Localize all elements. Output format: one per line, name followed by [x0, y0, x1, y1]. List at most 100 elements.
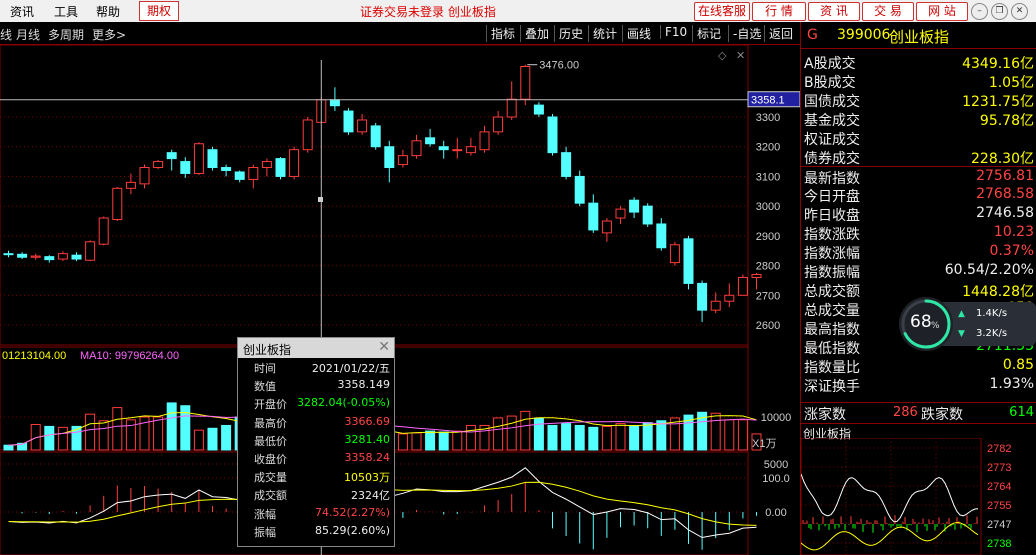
close-icon[interactable]: ✕ [1011, 3, 1028, 20]
indicator-button[interactable]: 指标 [486, 25, 519, 42]
candle-body[interactable] [411, 140, 422, 157]
menu-news[interactable]: 资讯 [10, 3, 34, 20]
volume-bar[interactable] [44, 425, 55, 451]
candle-body[interactable] [615, 208, 626, 219]
menu-tools[interactable]: 工具 [54, 3, 78, 20]
draw-line-button[interactable]: 画线 [622, 25, 655, 42]
volume-bar[interactable] [397, 433, 408, 451]
candle-body[interactable] [588, 202, 599, 231]
candle-body[interactable] [683, 238, 694, 284]
candle-body[interactable] [289, 149, 300, 177]
candle-body[interactable] [234, 171, 245, 180]
candle-body[interactable] [221, 167, 232, 171]
candle-body[interactable] [85, 241, 96, 261]
tab-line[interactable]: 线 [0, 26, 12, 43]
candle-body[interactable] [3, 253, 14, 256]
volume-bar[interactable] [193, 429, 204, 451]
volume-bar[interactable] [601, 425, 612, 451]
volume-bar[interactable] [465, 424, 476, 451]
trade-button[interactable]: 交 易 [862, 2, 914, 21]
self-select-button[interactable]: -自选 [728, 25, 765, 42]
volume-bar[interactable] [642, 422, 653, 451]
volume-bar[interactable] [506, 415, 517, 451]
candle-body[interactable] [710, 300, 721, 311]
volume-bar[interactable] [3, 444, 14, 451]
volume-bar[interactable] [724, 419, 735, 451]
volume-bar[interactable] [425, 430, 436, 451]
close-icon[interactable]: ✕ [378, 339, 390, 355]
diamond-icon[interactable]: ◇ [718, 49, 727, 62]
volume-bar[interactable] [153, 416, 164, 451]
f10-button[interactable]: F10 [660, 25, 691, 39]
candle-body[interactable] [302, 119, 313, 151]
tab-multi-period[interactable]: 多周期 [48, 26, 84, 43]
volume-bar[interactable] [656, 420, 667, 451]
candle-body[interactable] [425, 137, 436, 145]
candle-body[interactable] [493, 116, 504, 133]
candle-body[interactable] [737, 276, 748, 296]
candle-body[interactable] [166, 152, 177, 160]
candle-body[interactable] [57, 253, 68, 260]
candle-body[interactable] [506, 98, 517, 118]
candle-body[interactable] [71, 254, 82, 260]
restore-icon[interactable]: ❐ [991, 3, 1008, 20]
volume-bar[interactable] [125, 419, 136, 451]
volume-bar[interactable] [166, 402, 177, 451]
candle-body[interactable] [261, 161, 272, 169]
candle-body[interactable] [17, 253, 28, 258]
candle-body[interactable] [697, 282, 708, 311]
kline-chart[interactable]: 2600 2700 2800 2900 3000 3100 3200 3300 5000 1000… [0, 45, 800, 555]
volume-bar[interactable] [710, 412, 721, 451]
back-button[interactable]: 返回 [764, 25, 797, 42]
website-button[interactable]: 网 站 [916, 2, 968, 21]
candle-body[interactable] [601, 220, 612, 234]
candle-body[interactable] [139, 167, 150, 185]
menu-options[interactable]: 期权 [139, 1, 179, 21]
volume-bar[interactable] [207, 427, 218, 451]
candle-body[interactable] [125, 181, 136, 189]
mark-button[interactable]: 标记 [692, 25, 725, 42]
candle-body[interactable] [44, 256, 55, 261]
overlay-button[interactable]: 叠加 [520, 25, 553, 42]
volume-bar[interactable] [85, 413, 96, 451]
candle-body[interactable] [329, 99, 340, 107]
candle-body[interactable] [30, 255, 41, 258]
volume-bar[interactable] [629, 424, 640, 451]
volume-bar[interactable] [411, 432, 422, 451]
volume-bar[interactable] [520, 410, 531, 451]
volume-bar[interactable] [221, 424, 232, 451]
volume-bar[interactable] [452, 430, 463, 451]
candle-body[interactable] [207, 149, 218, 169]
volume-bar[interactable] [57, 426, 68, 451]
candle-body[interactable] [465, 146, 476, 154]
volume-bar[interactable] [98, 420, 109, 451]
volume-bar[interactable] [588, 426, 599, 451]
volume-bar[interactable] [493, 417, 504, 451]
volume-bar[interactable] [547, 424, 558, 451]
volume-bar[interactable] [533, 417, 544, 451]
candle-body[interactable] [533, 104, 544, 115]
candle-body[interactable] [275, 158, 286, 177]
quotes-button[interactable]: 行 情 [752, 2, 806, 21]
volume-bar[interactable] [737, 419, 748, 451]
candle-body[interactable] [520, 65, 531, 100]
candle-body[interactable] [751, 273, 762, 278]
candle-body[interactable] [656, 223, 667, 249]
volume-bar[interactable] [112, 407, 123, 451]
volume-bar[interactable] [615, 423, 626, 451]
candle-body[interactable] [574, 175, 585, 204]
history-button[interactable]: 历史 [554, 25, 587, 42]
candle-body[interactable] [384, 146, 395, 169]
minimize-icon[interactable]: – [971, 3, 988, 20]
candle-body[interactable] [193, 143, 204, 174]
online-service-button[interactable]: 在线客服 [694, 2, 750, 21]
candle-body[interactable] [547, 116, 558, 154]
candle-body[interactable] [112, 187, 123, 221]
candle-body[interactable] [724, 294, 735, 302]
tab-more[interactable]: 更多> [92, 26, 126, 43]
candle-body[interactable] [438, 146, 449, 151]
volume-bar[interactable] [574, 424, 585, 451]
candle-body[interactable] [153, 161, 164, 169]
candle-body[interactable] [370, 125, 381, 148]
candle-body[interactable] [397, 155, 408, 166]
